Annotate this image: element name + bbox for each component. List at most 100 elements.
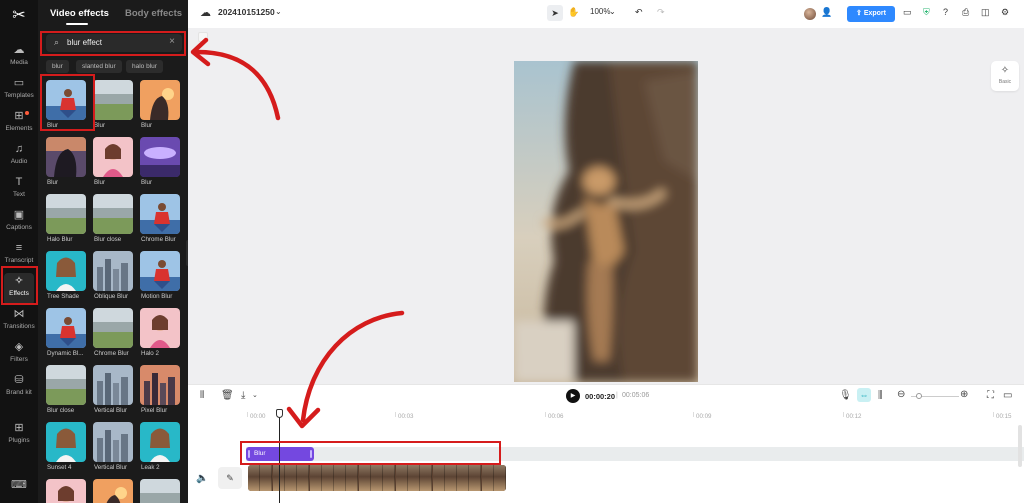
effect-thumbnail[interactable]	[93, 80, 133, 120]
sidebar-item-text[interactable]: T Text	[0, 174, 38, 206]
sidebar-item-plugins[interactable]: ⊞ Plugins	[0, 420, 38, 452]
effect-card[interactable]: Motion Blur	[140, 251, 180, 300]
effect-card[interactable]: Chrome Blur	[140, 194, 180, 243]
effect-thumbnail[interactable]	[140, 479, 180, 503]
effect-card[interactable]: Blur close	[46, 365, 86, 414]
sidebar-item-effects[interactable]: ✧ Effects	[4, 273, 34, 305]
export-button[interactable]: ⇪ Export	[847, 6, 895, 22]
present-icon[interactable]: ▭	[903, 7, 912, 18]
clear-search-icon[interactable]: ×	[169, 36, 175, 47]
effect-card[interactable]	[93, 479, 133, 503]
effect-card[interactable]: Halo 2	[140, 308, 180, 357]
effect-card[interactable]: Pixel Blur	[140, 365, 180, 414]
effect-thumbnail[interactable]	[46, 308, 86, 348]
redo-icon[interactable]: ↷	[657, 7, 665, 18]
effect-card[interactable]: Blur	[93, 137, 133, 186]
cloud-save-icon[interactable]: ☁	[200, 6, 211, 19]
avatar[interactable]	[804, 8, 816, 20]
effect-thumbnail[interactable]	[93, 308, 133, 348]
split-view-icon[interactable]: ⫼	[878, 390, 883, 401]
effect-thumbnail[interactable]	[46, 365, 86, 405]
effect-track-lane[interactable]	[246, 447, 1024, 461]
fit-screen-icon[interactable]: ⛶	[987, 390, 994, 401]
effect-card[interactable]: Dynamic Bl...	[46, 308, 86, 357]
sidebar-item-transitions[interactable]: ⋈ Transitions	[0, 306, 38, 338]
sidebar-item-brand-kit[interactable]: ⛁ Brand kit	[0, 372, 38, 404]
playhead-line[interactable]	[279, 412, 280, 503]
sidebar-item-filters[interactable]: ◈ Filters	[0, 339, 38, 371]
chip-halo-blur[interactable]: halo blur	[126, 60, 163, 73]
project-name[interactable]: 202410151250	[218, 7, 275, 17]
download-icon[interactable]: ⤓	[241, 390, 245, 401]
blur-effect-clip[interactable]: Blur	[246, 447, 314, 461]
zoom-out-icon[interactable]: ⊖	[897, 389, 905, 400]
chip-slanted-blur[interactable]: slanted blur	[76, 60, 122, 73]
basic-properties-button[interactable]: ✧ Basic	[991, 61, 1019, 91]
effect-card[interactable]: Blur	[140, 80, 180, 129]
sidebar-item-media[interactable]: ☁ Media	[0, 42, 38, 74]
effect-card[interactable]: Chrome Blur	[93, 308, 133, 357]
zoom-chevron-icon[interactable]: ⌄	[609, 7, 616, 16]
help-icon[interactable]: ?	[943, 7, 948, 17]
effect-card[interactable]: Blur	[46, 137, 86, 186]
sidebar-item-audio[interactable]: ♫ Audio	[0, 141, 38, 173]
clip-left-handle[interactable]	[248, 450, 250, 458]
clip-right-handle[interactable]	[310, 450, 312, 458]
sidebar-item-templates[interactable]: ▭ Templates	[0, 75, 38, 107]
effect-card[interactable]: Blur	[46, 80, 86, 129]
zoom-in-icon[interactable]: ⊕	[960, 389, 968, 400]
effect-thumbnail[interactable]	[93, 422, 133, 462]
video-preview[interactable]	[514, 61, 698, 382]
effect-thumbnail[interactable]	[140, 365, 180, 405]
link-icon[interactable]: ⇔	[857, 388, 871, 402]
sidebar-item-captions[interactable]: ▣ Captions	[0, 207, 38, 239]
effect-card[interactable]: Halo Blur	[46, 194, 86, 243]
playhead-handle[interactable]	[276, 409, 283, 418]
effect-card[interactable]: Blur close	[93, 194, 133, 243]
layout-panel-icon[interactable]: ◫	[981, 7, 990, 18]
canvas-corner-handle[interactable]	[198, 32, 208, 42]
effect-thumbnail[interactable]	[93, 137, 133, 177]
effect-thumbnail[interactable]	[140, 194, 180, 234]
edit-cover-button[interactable]: ✎	[218, 467, 242, 489]
effect-card[interactable]	[140, 479, 180, 503]
undo-icon[interactable]: ↶	[635, 7, 643, 18]
select-cursor-icon[interactable]: ➤	[547, 5, 563, 21]
timeline-scrollbar[interactable]	[1018, 425, 1022, 467]
effect-card[interactable]: Sunset 4	[46, 422, 86, 471]
effect-card[interactable]: Leak 2	[140, 422, 180, 471]
tab-video-effects[interactable]: Video effects	[50, 8, 109, 19]
effect-thumbnail[interactable]	[93, 251, 133, 291]
sidebar-item-transcript[interactable]: ≡ Transcript	[0, 240, 38, 272]
effect-thumbnail[interactable]	[93, 194, 133, 234]
effect-card[interactable]: Blur	[93, 80, 133, 129]
effect-thumbnail[interactable]	[46, 194, 86, 234]
effect-thumbnail[interactable]	[46, 422, 86, 462]
print-icon[interactable]: ⎙	[962, 7, 969, 18]
project-menu-chevron-icon[interactable]: ⌄	[275, 7, 282, 16]
effect-card[interactable]: Oblique Blur	[93, 251, 133, 300]
effect-card[interactable]: Vertical Blur	[93, 365, 133, 414]
collaborators-icon[interactable]: 👤	[821, 7, 832, 18]
chip-blur[interactable]: blur	[46, 60, 69, 73]
effect-thumbnail[interactable]	[140, 80, 180, 120]
effect-thumbnail[interactable]	[140, 251, 180, 291]
effect-thumbnail[interactable]	[140, 308, 180, 348]
effect-card[interactable]: Blur	[140, 137, 180, 186]
monitor-icon[interactable]: ▭	[1003, 390, 1012, 401]
effect-card[interactable]: Vertical Blur	[93, 422, 133, 471]
effect-thumbnail[interactable]	[93, 365, 133, 405]
split-icon[interactable]: ⫴	[200, 390, 204, 401]
effects-search-input[interactable]: ⌕ blur effect ×	[46, 34, 182, 52]
effect-thumbnail[interactable]	[46, 251, 86, 291]
delete-icon[interactable]: 🗑	[221, 390, 234, 401]
effect-card[interactable]: Tree Shade	[46, 251, 86, 300]
tab-body-effects[interactable]: Body effects	[125, 8, 182, 19]
sidebar-item-keyboard[interactable]: ⌨	[0, 477, 38, 503]
shield-icon[interactable]: ⛨	[923, 7, 930, 18]
video-clip-filmstrip[interactable]	[248, 465, 506, 491]
effect-thumbnail[interactable]	[140, 137, 180, 177]
zoom-slider-knob[interactable]	[916, 393, 922, 399]
download-chevron-icon[interactable]: ⌄	[252, 391, 258, 399]
sidebar-item-elements[interactable]: ⊞ Elements	[0, 108, 38, 140]
